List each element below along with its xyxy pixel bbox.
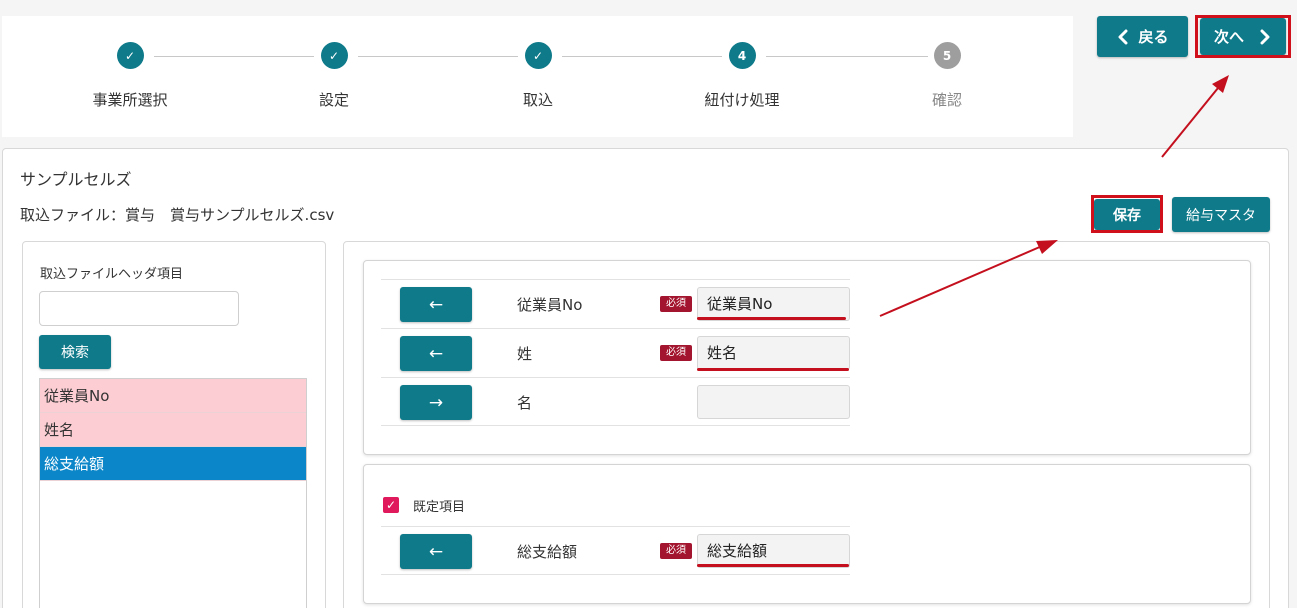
search-button[interactable]: 検索 bbox=[39, 335, 111, 369]
step-label: 確認 bbox=[931, 91, 962, 109]
step-label: 事業所選択 bbox=[92, 91, 168, 109]
assign-arrow-button[interactable]: ← bbox=[400, 534, 472, 569]
list-item[interactable]: 総支給額 bbox=[40, 447, 306, 481]
search-button-label: 検索 bbox=[61, 345, 89, 361]
save-button-highlight bbox=[1091, 195, 1163, 233]
step-confirm: 5 確認 bbox=[867, 42, 1027, 110]
step-import: ✓ 取込 bbox=[458, 42, 618, 110]
header-items-title: 取込ファイルヘッダ項目 bbox=[40, 267, 184, 282]
annotation-arrow bbox=[1161, 87, 1219, 158]
list-item[interactable]: 姓名 bbox=[40, 413, 306, 447]
step-label: 取込 bbox=[522, 91, 553, 109]
mapped-value-field[interactable]: 姓名 bbox=[697, 336, 850, 370]
field-label: 総支給額 bbox=[517, 543, 578, 561]
check-icon: ✓ bbox=[116, 42, 144, 69]
mapping-row-first-name: → 名 bbox=[381, 377, 850, 426]
step-number: 5 bbox=[933, 42, 961, 69]
import-file-name: 取込ファイル：賞与 賞与サンプルセルズ.csv bbox=[20, 206, 335, 224]
default-items-label: 既定項目 bbox=[413, 500, 466, 515]
field-label: 従業員No bbox=[517, 296, 583, 314]
assign-arrow-button[interactable]: → bbox=[400, 385, 472, 420]
back-button-label: 戻る bbox=[1138, 28, 1169, 46]
annotation-arrowhead bbox=[1212, 75, 1229, 93]
highlight-underline bbox=[697, 317, 846, 320]
field-label: 名 bbox=[517, 394, 533, 412]
step-office-select: ✓ 事業所選択 bbox=[50, 42, 210, 110]
header-items-list[interactable]: 従業員No 姓名 総支給額 bbox=[39, 378, 307, 608]
search-input[interactable] bbox=[39, 291, 239, 326]
default-items-checkbox[interactable]: ✓ bbox=[383, 497, 399, 513]
step-label: 設定 bbox=[318, 91, 349, 109]
card-title: サンプルセルズ bbox=[20, 170, 132, 189]
next-button-highlight bbox=[1195, 15, 1291, 58]
required-badge: 必須 bbox=[660, 543, 692, 559]
field-label: 姓 bbox=[517, 345, 533, 363]
assign-arrow-button[interactable]: ← bbox=[400, 336, 472, 371]
highlight-underline bbox=[697, 368, 849, 371]
check-icon: ✓ bbox=[524, 42, 552, 69]
mapped-value-field[interactable]: 総支給額 bbox=[697, 534, 850, 568]
step-settings: ✓ 設定 bbox=[254, 42, 414, 110]
mapping-row-employee-no: ← 従業員No 必須 従業員No bbox=[381, 279, 850, 328]
step-mapping: 4 紐付け処理 bbox=[662, 42, 822, 110]
salary-master-label: 給与マスタ bbox=[1186, 207, 1256, 224]
mapping-row-total-pay: ← 総支給額 必須 総支給額 bbox=[381, 526, 850, 575]
back-button[interactable]: 戻る bbox=[1097, 16, 1188, 57]
step-number: 4 bbox=[728, 42, 756, 69]
list-item[interactable]: 従業員No bbox=[40, 379, 306, 413]
chevron-left-icon bbox=[1118, 29, 1128, 44]
check-icon: ✓ bbox=[320, 42, 348, 69]
highlight-underline bbox=[697, 564, 849, 567]
mapped-value-field[interactable]: 従業員No bbox=[697, 287, 850, 321]
required-badge: 必須 bbox=[660, 296, 692, 312]
step-label: 紐付け処理 bbox=[704, 91, 780, 109]
required-badge: 必須 bbox=[660, 345, 692, 361]
progress-stepper: ✓ 事業所選択 ✓ 設定 ✓ 取込 4 紐付け処理 5 確認 bbox=[2, 16, 1073, 137]
salary-master-button[interactable]: 給与マスタ bbox=[1172, 197, 1270, 232]
assign-arrow-button[interactable]: ← bbox=[400, 287, 472, 322]
mapped-value-field[interactable] bbox=[697, 385, 850, 419]
